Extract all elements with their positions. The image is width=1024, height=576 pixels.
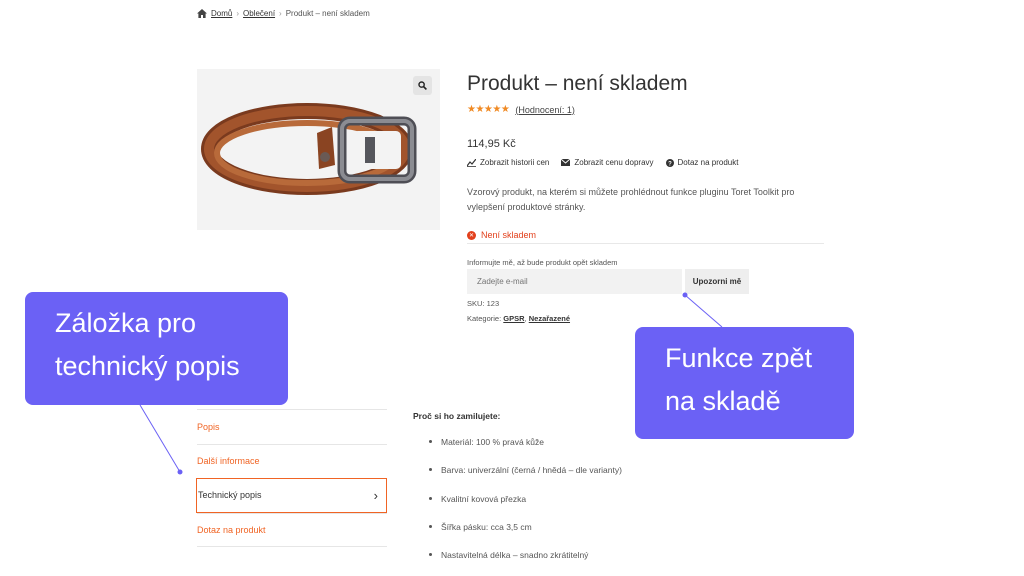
list-item: Nastavitelná délka – snadno zkrátitelný [413, 550, 622, 576]
back-in-stock-label: Informujte mě, až bude produkt opět skla… [467, 258, 618, 267]
out-of-stock-icon: ✕ [467, 230, 476, 240]
product-inquiry-label: Dotaz na produkt [677, 158, 739, 167]
category-link-nezarazene[interactable]: Nezařazené [529, 314, 570, 323]
categories-label: Kategorie: [467, 314, 502, 323]
sku-label: SKU: [467, 299, 485, 308]
product-tabs: Popis Další informace Technický popis › … [196, 409, 387, 547]
price-history-label: Zobrazit historii cen [480, 158, 550, 167]
shipping-price-label: Zobrazit cenu dopravy [574, 158, 654, 167]
list-item: Barva: univerzální (černá / hnědá – dle … [413, 465, 622, 493]
price-history-link[interactable]: Zobrazit historii cen [467, 158, 549, 167]
tab-dalsi-informace[interactable]: Další informace [197, 443, 387, 479]
belt-image [201, 103, 417, 195]
question-circle-icon: ? [665, 158, 674, 167]
tab-technicky-popis[interactable]: Technický popis › [196, 478, 387, 513]
zoom-button[interactable] [413, 76, 432, 95]
tab-content: Proč si ho zamilujete: Materiál: 100 % p… [413, 411, 622, 576]
tab-dotaz-na-produkt[interactable]: Dotaz na produkt [197, 512, 387, 547]
zoom-icon [418, 81, 427, 90]
feature-list: Materiál: 100 % pravá kůže Barva: univer… [413, 437, 622, 576]
star-rating-icon: ★★★★★ [467, 104, 510, 115]
annotation-callout-technical-tab: Záložka pro technický popis [25, 292, 288, 405]
content-heading: Proč si ho zamilujete: [413, 411, 501, 421]
tab-label: Další informace [197, 456, 260, 467]
breadcrumb-separator: › [279, 9, 282, 18]
stock-status: ✕ Není skladem [467, 230, 536, 240]
list-item: Šířka pásku: cca 3,5 cm [413, 522, 622, 550]
product-inquiry-link[interactable]: ? Dotaz na produkt [665, 158, 739, 167]
product-categories: Kategorie: GPSR, Nezařazené [467, 314, 571, 323]
breadcrumb-current: Produkt – není skladem [285, 9, 370, 18]
product-title: Produkt – není skladem [467, 72, 688, 95]
callout-line: Záložka pro [55, 308, 197, 338]
callout-line: Funkce zpět [665, 343, 813, 373]
chart-line-icon [467, 158, 476, 167]
envelope-icon [561, 159, 571, 166]
breadcrumb-separator: › [236, 9, 240, 18]
breadcrumb-category-link[interactable]: Oblečení [243, 9, 275, 18]
product-sku: SKU: 123 [467, 299, 499, 308]
callout-line: na skladě [665, 386, 781, 416]
shipping-price-link[interactable]: Zobrazit cenu dopravy [561, 158, 654, 167]
tab-label: Technický popis [198, 490, 262, 501]
product-action-links: Zobrazit historii cen Zobrazit cenu dopr… [467, 158, 738, 167]
divider [467, 243, 824, 244]
category-link-gpsr[interactable]: GPSR [503, 314, 524, 323]
annotation-callout-back-in-stock: Funkce zpět na skladě [635, 327, 854, 439]
product-image[interactable] [197, 69, 440, 230]
notify-email-input[interactable] [467, 269, 682, 294]
list-item: Kvalitní kovová přezka [413, 494, 622, 522]
list-item: Materiál: 100 % pravá kůže [413, 437, 622, 465]
svg-text:?: ? [668, 161, 672, 167]
product-price: 114,95 Kč [467, 138, 516, 150]
stock-status-label: Není skladem [481, 230, 537, 240]
tab-label: Dotaz na produkt [197, 524, 266, 535]
chevron-right-icon: › [373, 487, 378, 503]
callout-line: technický popis [55, 351, 240, 381]
product-short-description: Vzorový produkt, na kterém si můžete pro… [467, 187, 795, 212]
breadcrumb: Domů › Oblečení › Produkt – není skladem [197, 9, 370, 18]
home-icon [197, 9, 207, 18]
rating-count-link[interactable]: (Hodnocení: 1) [515, 105, 575, 115]
notify-me-button[interactable]: Upozorni mě [685, 269, 749, 294]
product-rating: ★★★★★ (Hodnocení: 1) [467, 104, 575, 115]
sku-value: 123 [486, 299, 500, 308]
tab-label: Popis [197, 421, 220, 432]
tab-popis[interactable]: Popis [197, 409, 387, 444]
breadcrumb-home-link[interactable]: Domů [211, 9, 232, 18]
